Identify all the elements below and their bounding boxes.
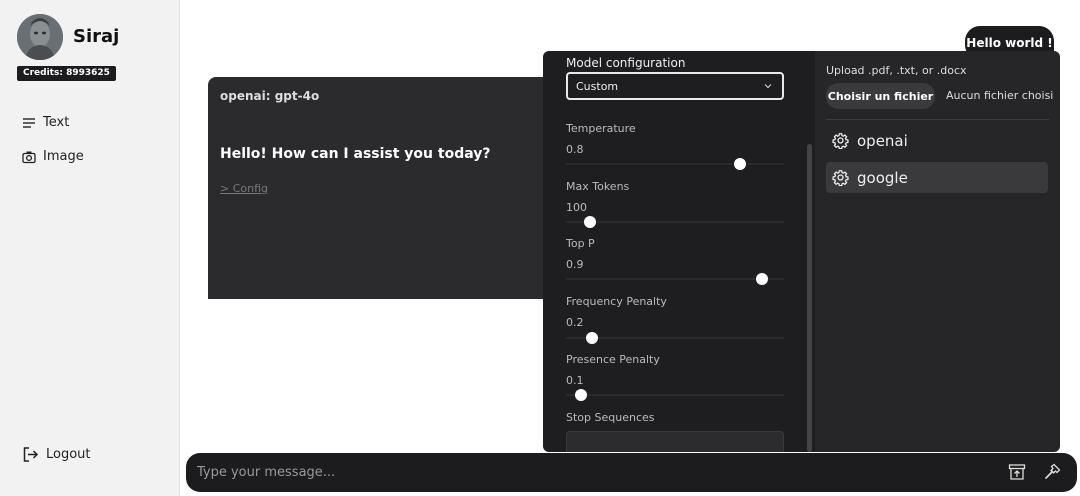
slider-track <box>566 278 784 280</box>
param-label-top-p: Top P <box>566 237 595 250</box>
choose-file-button[interactable]: Choisir un fichier <box>826 83 935 109</box>
slider-thumb[interactable] <box>734 158 747 170</box>
bot-message-text: Hello! How can I assist you today? <box>220 146 491 162</box>
frequency-penalty-slider[interactable] <box>566 332 784 344</box>
no-file-text: Aucun fichier choisi <box>946 89 1054 102</box>
upload-archive-icon[interactable] <box>1008 463 1026 481</box>
param-label-max-tokens: Max Tokens <box>566 180 630 193</box>
model-config-panel: Model configuration Custom Temperature 0… <box>543 51 815 452</box>
logout-label: Logout <box>46 447 91 462</box>
slider-thumb[interactable] <box>575 389 588 401</box>
nav-item-image[interactable]: Image <box>22 149 84 164</box>
slider-track <box>566 337 784 339</box>
slider-thumb[interactable] <box>583 216 596 228</box>
provider-item-openai[interactable]: openai <box>826 125 1048 156</box>
scrollbar[interactable] <box>807 144 812 452</box>
provider-panel: Upload .pdf, .txt, or .docx Choisir un f… <box>815 51 1060 452</box>
param-label-frequency-penalty: Frequency Penalty <box>566 295 667 308</box>
max-tokens-slider[interactable] <box>566 216 784 228</box>
avatar[interactable] <box>17 14 63 60</box>
param-value-max-tokens: 100 <box>566 201 587 214</box>
provider-label: google <box>857 168 908 187</box>
logout-button[interactable]: Logout <box>22 446 91 463</box>
slider-track <box>566 221 784 223</box>
param-value-top-p: 0.9 <box>566 258 584 271</box>
param-label-presence-penalty: Presence Penalty <box>566 353 660 366</box>
config-link[interactable]: > Config <box>220 182 268 195</box>
model-config-select[interactable]: Custom <box>566 72 784 100</box>
config-title: Model configuration <box>566 56 686 70</box>
provider-label: openai <box>857 131 908 150</box>
sidebar: Siraj Credits: 8993625 Text Image Logout <box>0 0 180 496</box>
slider-track <box>566 394 784 396</box>
nav-item-label: Text <box>43 115 70 130</box>
upload-label: Upload .pdf, .txt, or .docx <box>826 64 967 77</box>
hammer-icon[interactable] <box>1043 463 1061 481</box>
bot-message-card: openai: gpt-4o Hello! How can I assist y… <box>208 77 548 299</box>
chevron-down-icon <box>764 84 772 89</box>
message-input-bar <box>186 453 1077 492</box>
credits-badge: Credits: 8993625 <box>17 66 116 81</box>
gear-icon <box>832 170 849 186</box>
menu-icon <box>23 117 35 128</box>
param-value-frequency-penalty: 0.2 <box>566 316 584 329</box>
logout-icon <box>23 447 39 462</box>
message-input[interactable] <box>197 461 977 483</box>
provider-item-google[interactable]: google <box>826 162 1048 193</box>
avatar-image <box>17 14 63 60</box>
divider <box>826 119 1049 120</box>
gear-icon <box>832 133 849 149</box>
param-value-temperature: 0.8 <box>566 143 584 156</box>
slider-thumb[interactable] <box>586 332 599 344</box>
param-label-stop-sequences: Stop Sequences <box>566 411 655 424</box>
slider-track <box>566 163 784 165</box>
select-value: Custom <box>576 79 619 93</box>
username: Siraj <box>73 26 120 47</box>
bot-model-label: openai: gpt-4o <box>220 89 320 103</box>
camera-icon <box>22 151 36 163</box>
stop-sequences-input[interactable] <box>566 431 784 452</box>
slider-thumb[interactable] <box>756 273 769 285</box>
top-p-slider[interactable] <box>566 273 784 285</box>
param-value-presence-penalty: 0.1 <box>566 374 584 387</box>
nav-item-label: Image <box>43 149 84 164</box>
nav-item-text[interactable]: Text <box>22 115 69 130</box>
presence-penalty-slider[interactable] <box>566 389 784 401</box>
temperature-slider[interactable] <box>566 158 784 170</box>
param-label-temperature: Temperature <box>566 122 636 135</box>
